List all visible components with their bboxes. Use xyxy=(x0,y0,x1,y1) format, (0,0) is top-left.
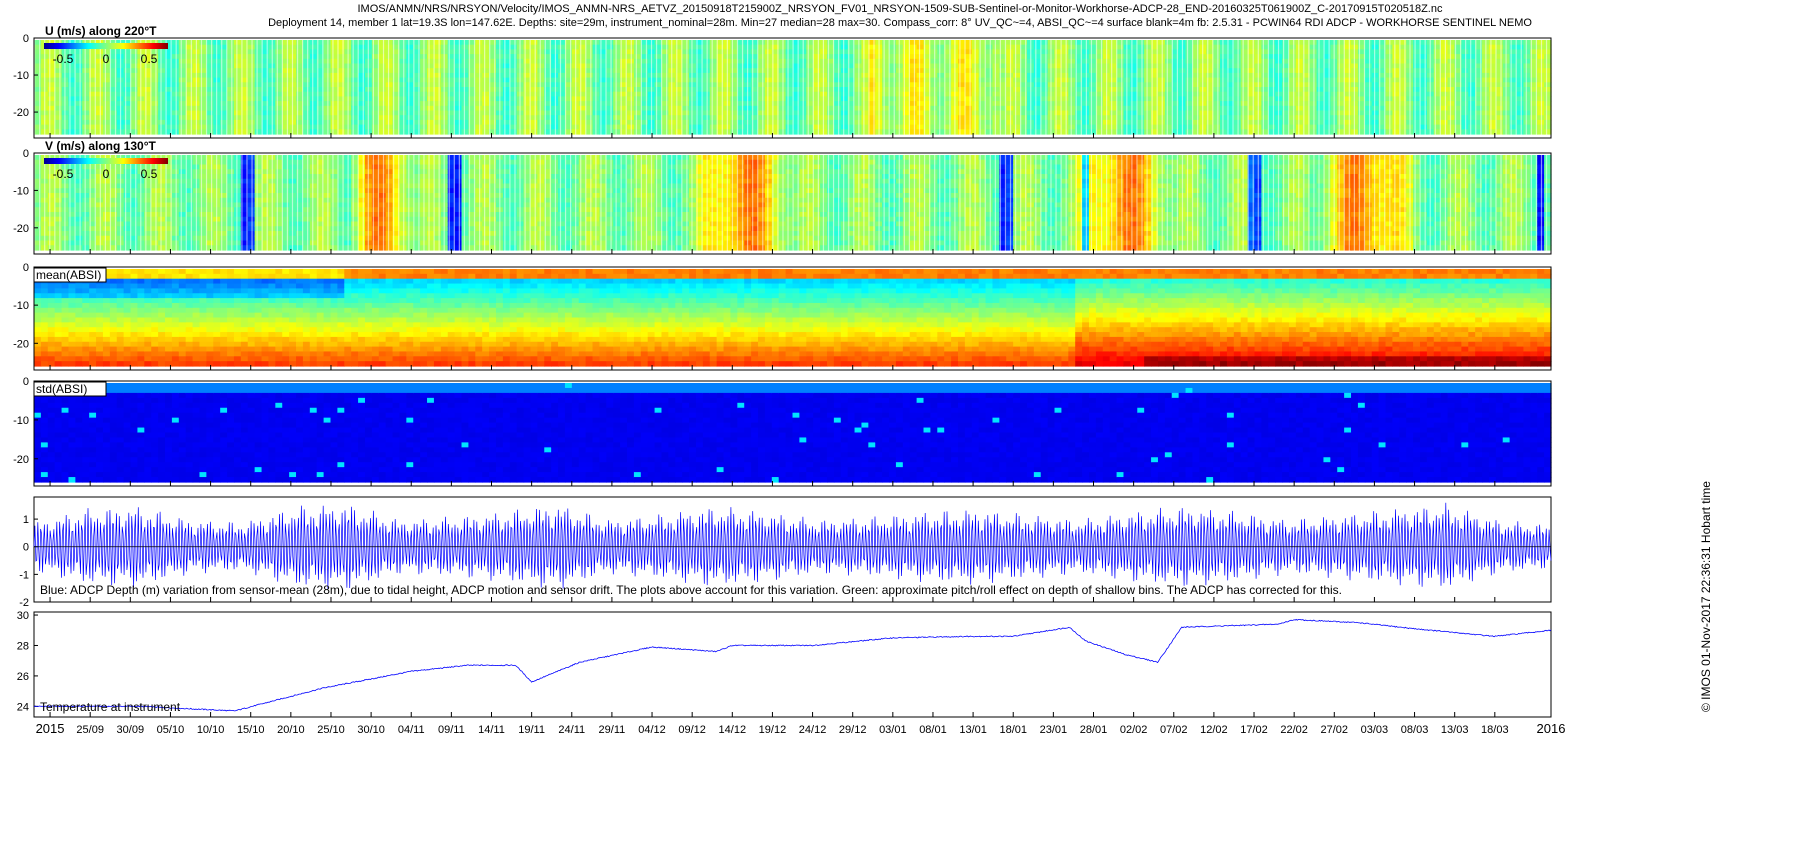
y-tick-label: 0 xyxy=(23,262,29,274)
colorbar-tick: -0.5 xyxy=(53,167,74,181)
x-tick-label: 04/11 xyxy=(398,724,425,736)
colorbar: -0.5 0 0.5 xyxy=(44,158,168,181)
y-tick-label: 24 xyxy=(17,701,29,713)
x-tick-label: 25/09 xyxy=(76,724,104,736)
x-tick-label: 2016 xyxy=(1537,721,1566,736)
colorbar: -0.5 0 0.5 xyxy=(44,43,168,66)
x-tick-label: 19/12 xyxy=(759,724,787,736)
y-tick-label: -1 xyxy=(19,569,29,581)
y-tick-label: -10 xyxy=(13,300,29,312)
x-tick-label: 18/03 xyxy=(1481,724,1509,736)
x-tick-label: 27/02 xyxy=(1321,724,1349,736)
x-tick-label: 17/02 xyxy=(1240,724,1268,736)
x-tick-label: 28/01 xyxy=(1080,724,1108,736)
panel-label: mean(ABSI) xyxy=(36,268,101,282)
heatmap-3 xyxy=(34,269,1552,367)
figure: IMOS/ANMN/NRS/NRSYON/Velocity/IMOS_ANMN-… xyxy=(0,0,1800,850)
colorbar-tick: 0.5 xyxy=(141,167,158,181)
heatmap-2 xyxy=(34,155,1552,252)
credit-stamp: © IMOS 01-Nov-2017 22:36:31 Hobart time xyxy=(1699,481,1714,712)
x-tick-label: 09/12 xyxy=(678,724,706,736)
x-tick-label: 29/12 xyxy=(839,724,867,736)
x-tick-label: 23/01 xyxy=(1040,724,1068,736)
x-tick-label: 03/03 xyxy=(1361,724,1389,736)
x-tick-label: 08/01 xyxy=(919,724,947,736)
x-tick-label: 10/10 xyxy=(197,724,225,736)
panel-label: std(ABSI) xyxy=(36,382,87,396)
x-tick-label: 12/02 xyxy=(1200,724,1228,736)
x-tick-label: 08/03 xyxy=(1401,724,1429,736)
x-tick-label: 30/10 xyxy=(357,724,385,736)
x-tick-label: 05/10 xyxy=(157,724,185,736)
y-tick-label: 30 xyxy=(17,610,29,622)
x-tick-label: 29/11 xyxy=(599,724,626,736)
y-tick-label: 0 xyxy=(23,376,29,388)
depth-variation-series xyxy=(33,502,1552,590)
y-tick-label: -10 xyxy=(13,185,29,197)
depth-caption: Blue: ADCP Depth (m) variation from sens… xyxy=(40,583,1342,597)
x-tick-label: 09/11 xyxy=(438,724,465,736)
x-tick-label: 25/10 xyxy=(317,724,345,736)
y-tick-label: -2 xyxy=(19,597,29,609)
colorbar-tick: -0.5 xyxy=(53,52,74,66)
colorbar-tick: 0 xyxy=(103,52,110,66)
x-tick-label: 2015 xyxy=(36,721,65,736)
x-tick-label: 04/12 xyxy=(638,724,666,736)
x-tick-label: 22/02 xyxy=(1280,724,1308,736)
panel-stack: 0 -10 -20 0 -10 -20 0 -10 -20 0 -10 -20 1 0 -1 -230 28 26… xyxy=(13,24,1566,736)
heatmap-4 xyxy=(34,383,1552,483)
y-tick-label: -10 xyxy=(13,415,29,427)
x-tick-label: 03/01 xyxy=(879,724,907,736)
temperature-caption: Temperature at instrument xyxy=(40,700,181,714)
colorbar-tick: 0 xyxy=(103,167,110,181)
x-tick-label: 14/11 xyxy=(478,724,505,736)
x-tick-label: 02/02 xyxy=(1120,724,1148,736)
heatmap-1 xyxy=(34,40,1552,136)
y-tick-label: 0 xyxy=(23,33,29,45)
temperature-series xyxy=(33,618,1552,712)
x-tick-label: 24/11 xyxy=(558,724,585,736)
x-tick-label: 20/10 xyxy=(277,724,305,736)
y-tick-label: -20 xyxy=(13,223,29,235)
y-tick-label: -10 xyxy=(13,70,29,82)
y-tick-label: 28 xyxy=(17,640,29,652)
y-tick-label: 26 xyxy=(17,671,29,683)
x-tick-label: 24/12 xyxy=(799,724,827,736)
x-tick-label: 18/01 xyxy=(999,724,1027,736)
y-tick-label: -20 xyxy=(13,338,29,350)
colorbar-tick: 0.5 xyxy=(141,52,158,66)
x-tick-label: 07/02 xyxy=(1160,724,1188,736)
x-tick-label: 19/11 xyxy=(518,724,545,736)
x-tick-label: 13/01 xyxy=(959,724,987,736)
panel-label: U (m/s) along 220°T xyxy=(45,24,157,38)
y-tick-label: 0 xyxy=(23,148,29,160)
y-tick-label: -20 xyxy=(13,454,29,466)
x-tick-label: 15/10 xyxy=(237,724,265,736)
y-tick-label: 1 xyxy=(23,514,29,526)
y-tick-label: -20 xyxy=(13,107,29,119)
panel-label: V (m/s) along 130°T xyxy=(45,139,156,153)
panel-frame-6 xyxy=(33,611,1552,718)
y-tick-label: 0 xyxy=(23,542,29,554)
x-tick-label: 14/12 xyxy=(719,724,747,736)
x-tick-label: 13/03 xyxy=(1441,724,1469,736)
x-tick-label: 30/09 xyxy=(117,724,145,736)
